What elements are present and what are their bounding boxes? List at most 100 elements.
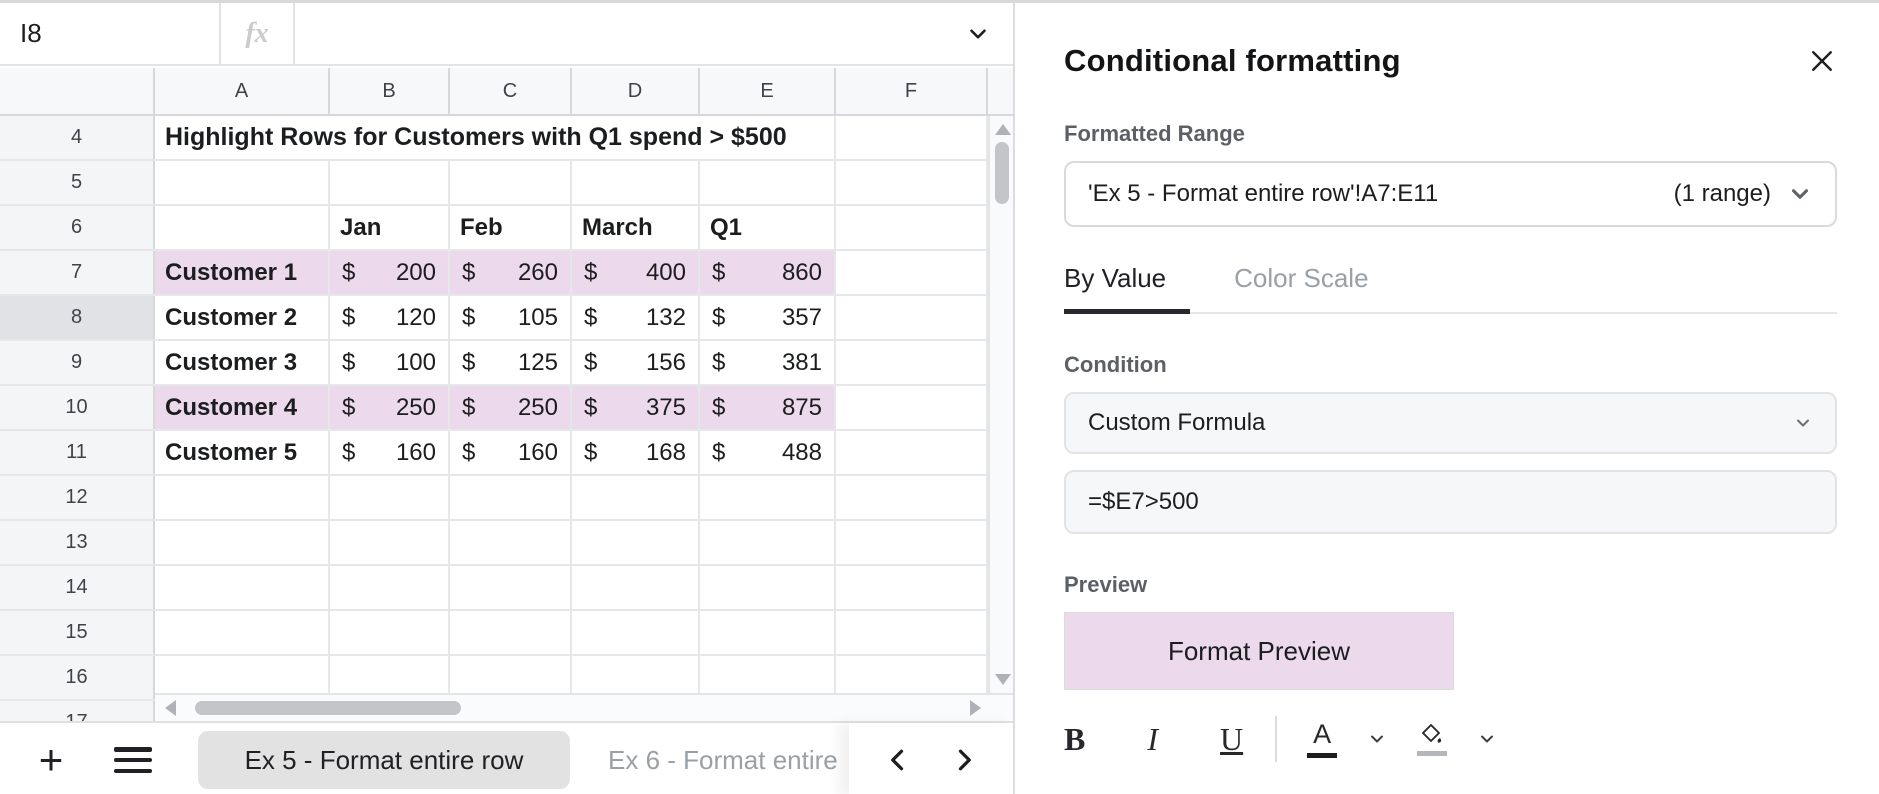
cell[interactable] bbox=[836, 386, 988, 429]
cell-value[interactable]: $156 bbox=[572, 341, 700, 384]
cell-customer-name[interactable]: Customer 4 bbox=[155, 386, 330, 429]
cell[interactable] bbox=[155, 476, 330, 519]
cell[interactable] bbox=[572, 611, 700, 654]
cell-value[interactable]: $168 bbox=[572, 431, 700, 474]
custom-formula-input[interactable]: =$E7>500 bbox=[1064, 470, 1837, 534]
horizontal-scroll-thumb[interactable] bbox=[195, 701, 461, 715]
cell[interactable] bbox=[330, 566, 450, 609]
row-header-11[interactable]: 11 bbox=[0, 431, 155, 474]
tab-by-value[interactable]: By Value bbox=[1064, 263, 1190, 312]
cell[interactable] bbox=[330, 161, 450, 204]
cell[interactable] bbox=[450, 521, 572, 564]
column-header-D[interactable]: D bbox=[572, 68, 700, 114]
cell[interactable] bbox=[836, 476, 988, 519]
vertical-scroll-thumb[interactable] bbox=[995, 142, 1009, 204]
cell[interactable] bbox=[330, 476, 450, 519]
row-header-12[interactable]: 12 bbox=[0, 476, 155, 519]
cell[interactable] bbox=[450, 611, 572, 654]
cell[interactable] bbox=[330, 611, 450, 654]
condition-type-select[interactable]: Custom Formula bbox=[1064, 392, 1837, 454]
cell-value[interactable]: $357 bbox=[700, 296, 836, 339]
cell-value[interactable]: $860 bbox=[700, 251, 836, 294]
row-header-6[interactable]: 6 bbox=[0, 206, 155, 249]
cell[interactable] bbox=[572, 161, 700, 204]
column-header-A[interactable]: A bbox=[155, 68, 330, 114]
cell[interactable] bbox=[836, 566, 988, 609]
cell[interactable] bbox=[836, 206, 988, 249]
row-header-4[interactable]: 4 bbox=[0, 116, 155, 159]
cell[interactable] bbox=[836, 296, 988, 339]
cell-month-header[interactable]: March bbox=[572, 206, 700, 249]
cell-value[interactable]: $120 bbox=[330, 296, 450, 339]
row-header-15[interactable]: 15 bbox=[0, 611, 155, 654]
cell-value[interactable]: $260 bbox=[450, 251, 572, 294]
scroll-down-icon[interactable] bbox=[995, 674, 1011, 685]
vertical-scrollbar[interactable] bbox=[988, 116, 1013, 693]
italic-button[interactable]: I bbox=[1147, 721, 1158, 758]
cell[interactable] bbox=[836, 521, 988, 564]
cell-value[interactable]: $160 bbox=[330, 431, 450, 474]
cell[interactable] bbox=[155, 161, 330, 204]
cell-value[interactable]: $200 bbox=[330, 251, 450, 294]
chevron-down-icon[interactable] bbox=[965, 21, 991, 47]
underline-button[interactable]: U bbox=[1220, 721, 1243, 758]
cell[interactable] bbox=[330, 521, 450, 564]
cell[interactable] bbox=[450, 161, 572, 204]
cell-value[interactable]: $105 bbox=[450, 296, 572, 339]
cell[interactable] bbox=[836, 116, 988, 159]
horizontal-scrollbar[interactable] bbox=[155, 693, 1013, 721]
cell-customer-name[interactable]: Customer 5 bbox=[155, 431, 330, 474]
scroll-right-icon[interactable] bbox=[970, 700, 981, 716]
cell[interactable] bbox=[700, 161, 836, 204]
cell-value[interactable]: $160 bbox=[450, 431, 572, 474]
cell[interactable] bbox=[572, 476, 700, 519]
cell[interactable] bbox=[836, 431, 988, 474]
cell[interactable] bbox=[450, 566, 572, 609]
row-header-7[interactable]: 7 bbox=[0, 251, 155, 294]
row-header-5[interactable]: 5 bbox=[0, 161, 155, 204]
column-header-E[interactable]: E bbox=[700, 68, 836, 114]
formula-input[interactable] bbox=[295, 3, 1013, 64]
cell[interactable] bbox=[836, 251, 988, 294]
cell-value[interactable]: $488 bbox=[700, 431, 836, 474]
sheet-tab-ex5[interactable]: Ex 5 - Format entire row bbox=[198, 731, 570, 789]
formatted-range-selector[interactable]: 'Ex 5 - Format entire row'!A7:E11 (1 ran… bbox=[1064, 161, 1837, 227]
cell-value[interactable]: $250 bbox=[330, 386, 450, 429]
row-header-9[interactable]: 9 bbox=[0, 341, 155, 384]
cell-customer-name[interactable]: Customer 3 bbox=[155, 341, 330, 384]
add-sheet-button[interactable]: + bbox=[30, 739, 72, 781]
text-color-button[interactable]: A bbox=[1307, 721, 1337, 758]
cell[interactable] bbox=[836, 161, 988, 204]
cell[interactable] bbox=[450, 476, 572, 519]
cell[interactable] bbox=[155, 521, 330, 564]
cell-title[interactable]: Highlight Rows for Customers with Q1 spe… bbox=[155, 116, 836, 159]
cell-value[interactable]: $132 bbox=[572, 296, 700, 339]
cell-value[interactable]: $125 bbox=[450, 341, 572, 384]
cell[interactable] bbox=[572, 521, 700, 564]
cell[interactable] bbox=[155, 611, 330, 654]
cell[interactable] bbox=[572, 566, 700, 609]
tab-color-scale[interactable]: Color Scale bbox=[1234, 263, 1368, 312]
cell-customer-name[interactable]: Customer 1 bbox=[155, 251, 330, 294]
scroll-left-icon[interactable] bbox=[165, 700, 176, 716]
row-header-14[interactable]: 14 bbox=[0, 566, 155, 609]
cell-customer-name[interactable]: Customer 2 bbox=[155, 296, 330, 339]
close-panel-button[interactable] bbox=[1807, 46, 1837, 76]
cell[interactable] bbox=[155, 206, 330, 249]
cell-month-header[interactable]: Feb bbox=[450, 206, 572, 249]
fill-color-chevron-icon[interactable] bbox=[1477, 729, 1497, 749]
cell[interactable] bbox=[700, 566, 836, 609]
cell[interactable] bbox=[700, 611, 836, 654]
row-header-8[interactable]: 8 bbox=[0, 296, 155, 339]
fill-color-button[interactable] bbox=[1417, 722, 1447, 756]
cell-value[interactable]: $400 bbox=[572, 251, 700, 294]
cell[interactable] bbox=[836, 341, 988, 384]
cell-month-header[interactable]: Q1 bbox=[700, 206, 836, 249]
cell-value[interactable]: $381 bbox=[700, 341, 836, 384]
row-header-10[interactable]: 10 bbox=[0, 386, 155, 429]
text-color-chevron-icon[interactable] bbox=[1367, 729, 1387, 749]
sheet-tab-ex6[interactable]: Ex 6 - Format entire bbox=[608, 745, 858, 776]
cell-name-box[interactable]: I8 bbox=[0, 3, 221, 64]
chevron-down-icon[interactable] bbox=[1787, 181, 1813, 207]
chevron-right-icon[interactable] bbox=[948, 743, 978, 777]
